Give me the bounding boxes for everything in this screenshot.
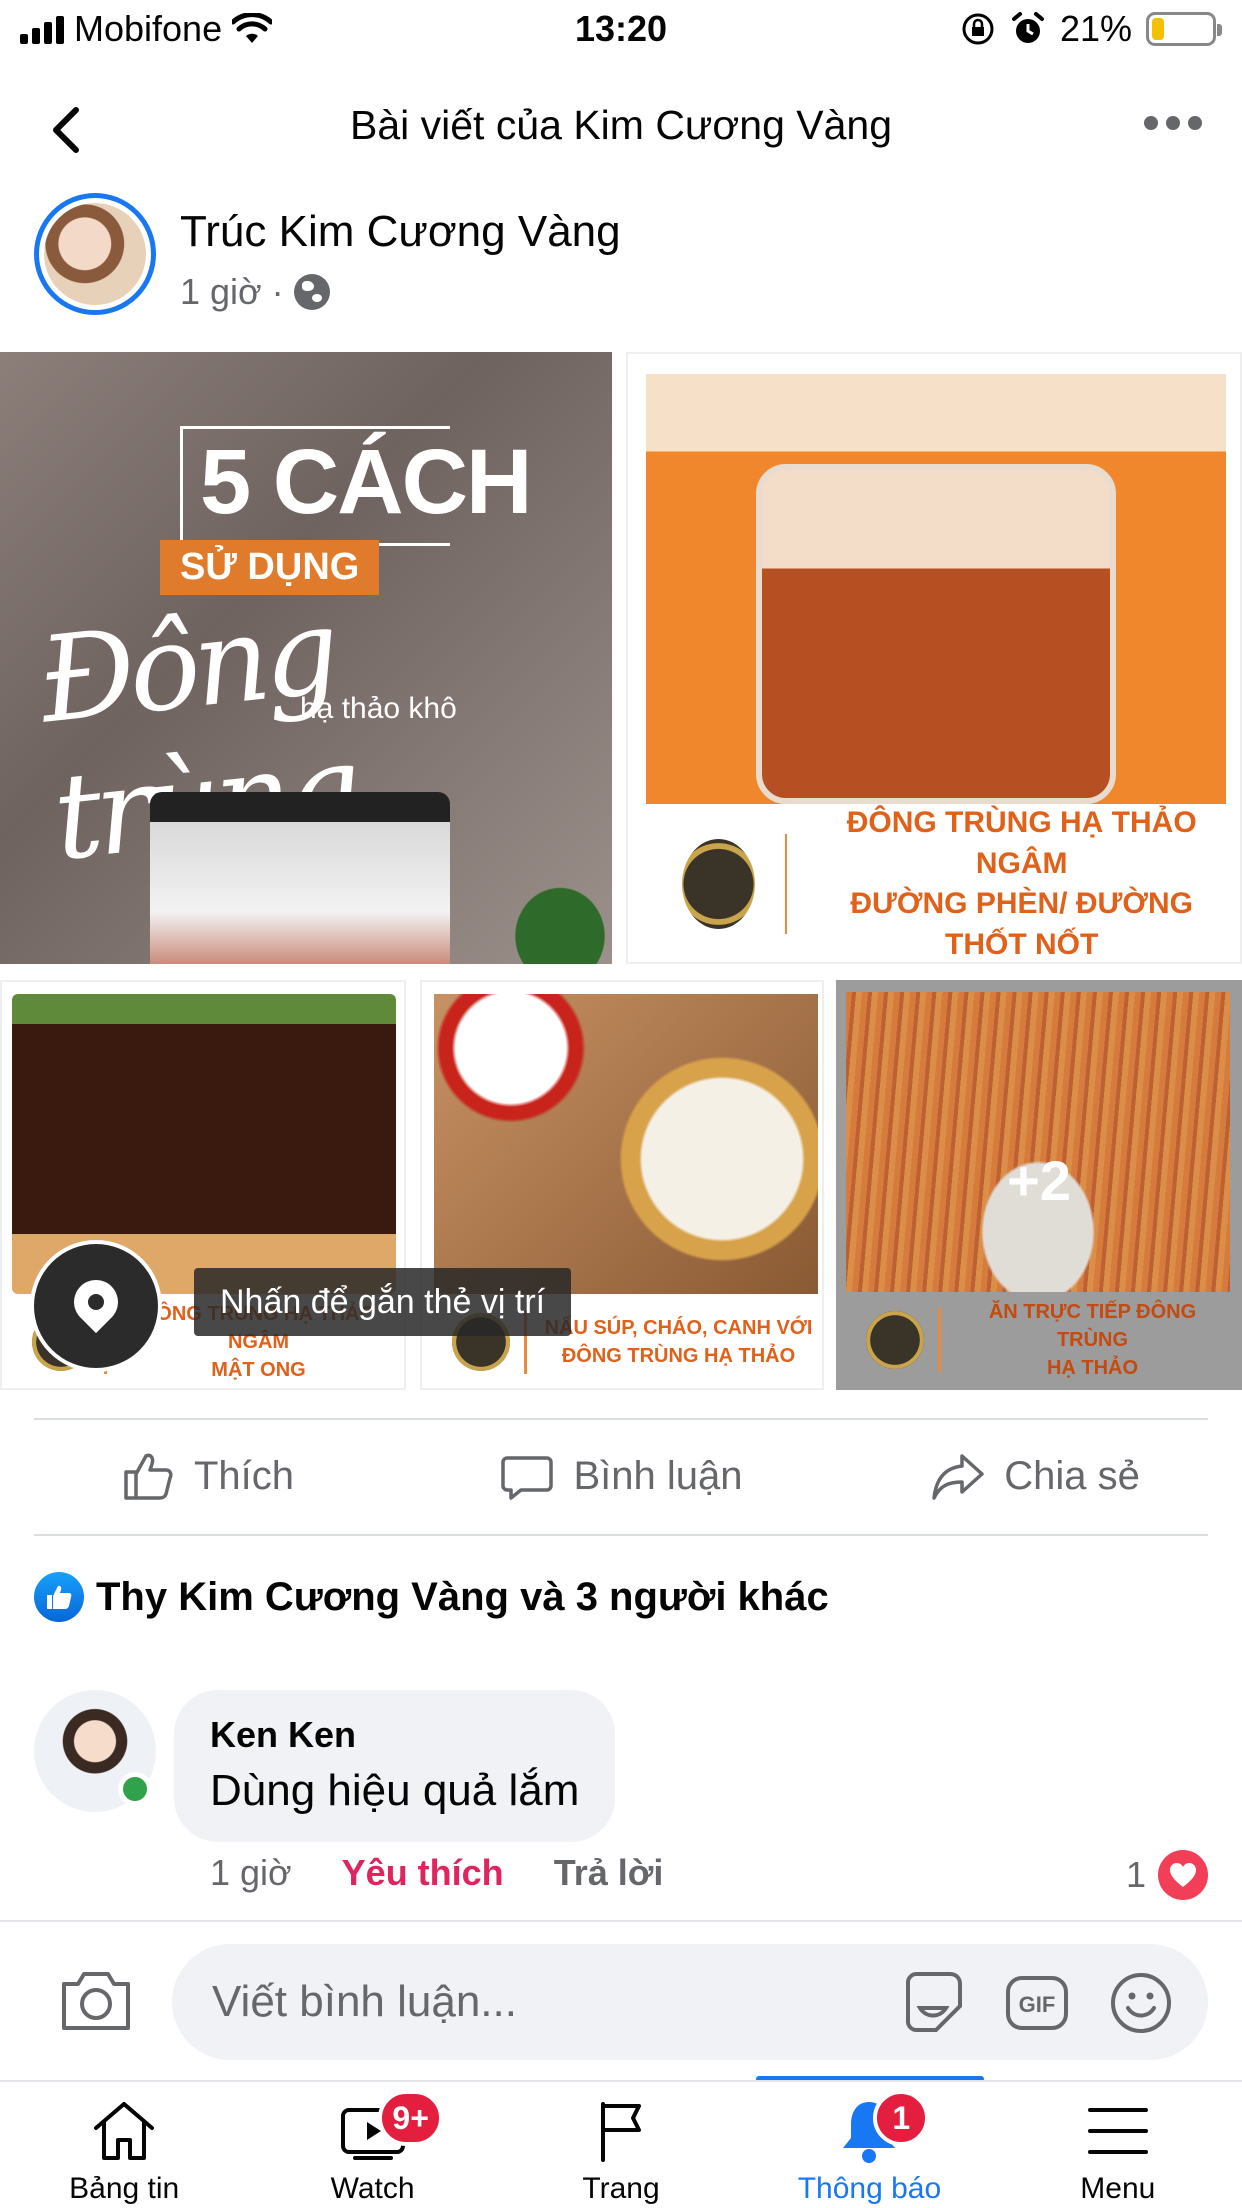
meta-separator: ·	[271, 271, 284, 312]
photo4-caption: NẤU SÚP, CHÁO, CANH VỚI ĐÔNG TRÙNG HẠ TH…	[541, 1314, 816, 1370]
tab-watch[interactable]: Watch 9+	[248, 2082, 496, 2208]
menu-icon	[1087, 2108, 1148, 2154]
reactions-text: Thy Kim Cương Vàng và 3 người khác	[96, 1574, 829, 1619]
more-options-icon[interactable]	[1144, 116, 1202, 130]
like-button[interactable]: Thích	[0, 1418, 414, 1534]
author-name[interactable]: Trúc Kim Cương Vàng	[180, 207, 621, 257]
share-button[interactable]: Chia sẻ	[828, 1418, 1242, 1534]
divider	[34, 1534, 1208, 1536]
avatar-image	[44, 203, 146, 305]
tab-label: Bảng tin	[69, 2172, 180, 2205]
comment-text: Dùng hiệu quả lắm	[210, 1766, 580, 1815]
caption-line: HẠ THẢO	[1046, 1357, 1139, 1379]
battery-level	[1152, 18, 1165, 40]
author-avatar[interactable]	[34, 193, 156, 315]
reaction-count: 1	[1125, 1854, 1146, 1895]
photo2-caption-bar: ĐÔNG TRÙNG HẠ THẢO NGÂM ĐƯỜNG PHÈN/ ĐƯỜN…	[646, 806, 1226, 961]
photo4-image	[434, 994, 818, 1294]
caption-line: MẬT ONG	[211, 1359, 306, 1381]
comment-meta: 1 giờ Yêu thích Trả lời	[210, 1852, 663, 1894]
caption-line: ĐÔNG TRÙNG HẠ THẢO	[561, 1345, 796, 1367]
gif-icon[interactable]: GIF	[1002, 1968, 1072, 2038]
photo2-caption: ĐÔNG TRÙNG HẠ THẢO NGÂM ĐƯỜNG PHÈN/ ĐƯỜN…	[817, 803, 1226, 962]
post-photo-5[interactable]: +2 ĂN TRỰC TIẾP ĐÔNG TRÙNG HẠ THẢO	[836, 980, 1242, 1390]
leaf-image	[482, 852, 612, 964]
header: Bài viết của Kim Cương Vàng	[0, 72, 1242, 182]
battery-icon	[1146, 12, 1222, 46]
comment-label: Bình luận	[573, 1453, 743, 1498]
tab-notifications[interactable]: Thông báo 1	[745, 2082, 993, 2208]
reply-button[interactable]: Trả lời	[554, 1852, 664, 1894]
caption-line: ĐÔNG TRÙNG HẠ THẢO NGÂM	[846, 806, 1197, 880]
composer-icons: GIF	[898, 1968, 1176, 2038]
caption-divider	[938, 1308, 941, 1372]
post-photo-2[interactable]: ĐÔNG TRÙNG HẠ THẢO NGÂM ĐƯỜNG PHÈN/ ĐƯỜN…	[626, 352, 1242, 964]
more-photos-count: +2	[1007, 1149, 1071, 1212]
online-status-dot	[118, 1772, 152, 1806]
tab-label: Menu	[1080, 2172, 1156, 2205]
location-pin-button[interactable]	[30, 1240, 162, 1372]
jar-image	[150, 792, 450, 964]
post-time[interactable]: 1 giờ	[180, 271, 262, 313]
tab-menu[interactable]: Menu	[994, 2082, 1242, 2208]
post-actions: Thích Bình luận Chia sẻ	[0, 1418, 1242, 1534]
alarm-icon	[1011, 12, 1044, 43]
comment-button[interactable]: Bình luận	[414, 1418, 828, 1534]
caption-line: NẤU SÚP, CHÁO, CANH VỚI	[544, 1317, 813, 1339]
post-header: Trúc Kim Cương Vàng 1 giờ ·	[34, 193, 1214, 323]
like-reaction-icon	[34, 1572, 84, 1622]
caption-line: ĂN TRỰC TIẾP ĐÔNG TRÙNG	[988, 1301, 1197, 1351]
jar-image	[756, 464, 1116, 804]
watch-badge: 9+	[378, 2090, 443, 2146]
caption-divider	[784, 834, 788, 934]
reactions-summary[interactable]: Thy Kim Cương Vàng và 3 người khác	[34, 1572, 829, 1622]
tab-news-feed[interactable]: Bảng tin	[0, 2082, 248, 2208]
share-label: Chia sẻ	[1004, 1453, 1140, 1498]
photo1-big-text: 5 CÁCH	[200, 431, 532, 533]
thumbs-up-icon	[124, 1453, 173, 1500]
home-icon	[94, 2102, 155, 2160]
comment-bubble[interactable]: Ken Ken Dùng hiệu quả lắm	[174, 1690, 616, 1842]
post-meta: 1 giờ ·	[180, 271, 330, 313]
comment-reaction-button[interactable]: Yêu thích	[342, 1852, 504, 1894]
share-icon	[932, 1454, 984, 1500]
page-title: Bài viết của Kim Cương Vàng	[349, 102, 893, 148]
emoji-icon[interactable]	[1106, 1968, 1176, 2038]
status-bar: Mobifone 13:20 21%	[0, 0, 1242, 62]
sticker-icon[interactable]	[898, 1968, 968, 2038]
globe-icon	[293, 274, 330, 310]
gif-label: GIF	[1019, 1992, 1056, 2017]
caption-line: ĐƯỜNG PHÈN/ ĐƯỜNG THỐT NỐT	[850, 887, 1193, 961]
battery-percent: 21%	[1059, 8, 1132, 49]
camera-icon[interactable]	[58, 1968, 134, 2034]
photo5-caption: ĂN TRỰC TIẾP ĐÔNG TRÙNG HẠ THẢO	[955, 1298, 1230, 1382]
rotation-lock-icon	[962, 13, 994, 45]
bottom-tab-bar: Bảng tin Watch 9+ Trang Thông báo 1 Menu	[0, 2080, 1242, 2208]
notification-badge: 1	[873, 2090, 930, 2146]
comment-time: 1 giờ	[210, 1852, 292, 1893]
tab-label: Watch	[330, 2172, 415, 2205]
photo2-image	[646, 374, 1226, 804]
location-pin-icon	[64, 1270, 128, 1334]
flag-icon	[601, 2102, 642, 2162]
photo1-sub-text: hạ thảo khô	[300, 692, 457, 725]
tab-pages[interactable]: Trang	[497, 2082, 745, 2208]
photo5-caption-bar: ĂN TRỰC TIẾP ĐÔNG TRÙNG HẠ THẢO	[846, 1298, 1230, 1382]
photo5-image	[846, 992, 1230, 1292]
brand-logo	[682, 839, 755, 929]
post-photo-1[interactable]: 5 CÁCH SỬ DỤNG Đông trùng hạ thảo khô	[0, 352, 612, 964]
brand-logo	[866, 1311, 924, 1369]
location-tag-tooltip[interactable]: Nhấn để gắn thẻ vị trí	[194, 1268, 572, 1336]
comment-icon	[501, 1456, 554, 1500]
comment-author[interactable]: Ken Ken	[210, 1714, 579, 1756]
tab-label: Thông báo	[797, 2172, 942, 2205]
status-right: 21%	[960, 8, 1222, 50]
heart-icon	[1158, 1850, 1208, 1900]
tab-label: Trang	[582, 2172, 660, 2205]
comment-composer: GIF	[0, 1920, 1242, 2080]
comment-reaction-count[interactable]: 1	[1126, 1850, 1208, 1900]
like-label: Thích	[193, 1453, 295, 1498]
